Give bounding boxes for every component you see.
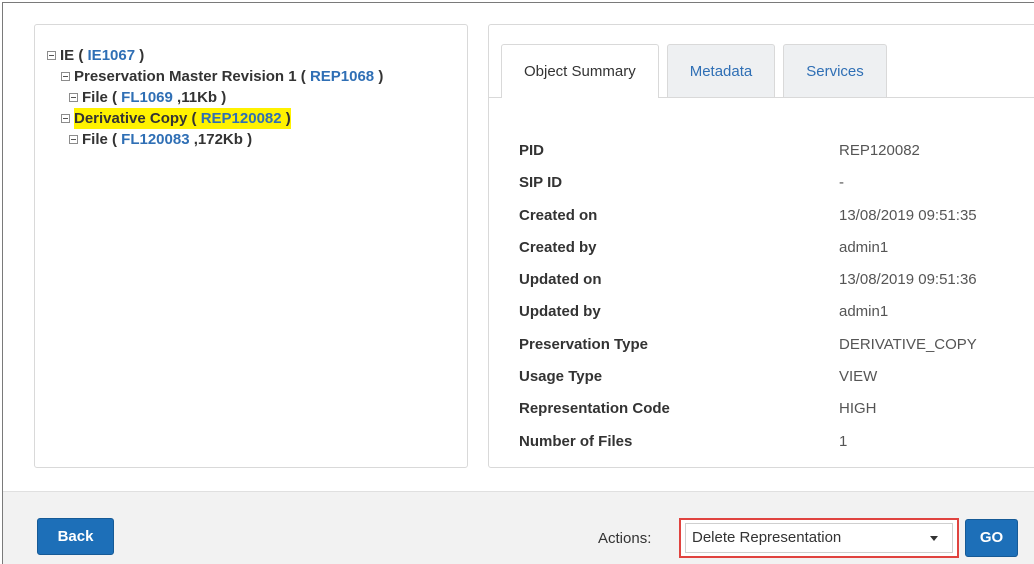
property-row: Updated by admin1 <box>519 296 977 328</box>
property-value: REP120082 <box>839 142 920 159</box>
property-value: HIGH <box>839 400 877 418</box>
property-row: SIP ID - <box>519 167 977 199</box>
property-row: Created by admin1 <box>519 232 977 264</box>
object-summary-properties: PID REP120082 SIP ID - Created on 13/08/201… <box>519 135 977 458</box>
rep-id-link[interactable]: REP1068 <box>310 68 374 85</box>
go-button[interactable]: GO <box>965 519 1018 557</box>
representation-tree: IE ( IE1067 ) Preservation Master Revisi… <box>47 45 383 150</box>
property-label: Number of Files <box>519 432 633 450</box>
file-id-link[interactable]: FL1069 <box>121 89 173 106</box>
property-value: 13/08/2019 09:51:36 <box>839 271 977 289</box>
actions-select-highlight: Delete Representation <box>679 518 959 558</box>
tree-collapse-icon[interactable] <box>61 72 70 81</box>
back-button[interactable]: Back <box>37 518 114 555</box>
tab-bar: Object Summary Metadata Services <box>501 44 895 98</box>
property-value: VIEW <box>839 368 878 386</box>
tree-node-label: File ( <box>82 131 122 148</box>
tab-object-summary[interactable]: Object Summary <box>501 44 659 98</box>
representation-tree-panel: IE ( IE1067 ) Preservation Master Revisi… <box>34 24 468 468</box>
property-row: Created on 13/08/2019 09:51:35 <box>519 200 977 232</box>
details-panel: Object Summary Metadata Services PID REP1… <box>488 24 1034 468</box>
tree-node-suffix: ,172Kb ) <box>189 131 253 148</box>
property-row: Representation Code HIGH <box>519 393 977 425</box>
property-label: Created on <box>519 206 598 224</box>
dropdown-caret-icon[interactable] <box>930 536 938 541</box>
tree-node-label: Preservation Master Revision 1 ( <box>74 68 310 85</box>
file-id-link[interactable]: FL120083 <box>121 131 189 148</box>
tree-node-file-2[interactable]: File ( FL120083 ,172Kb ) <box>47 129 383 150</box>
property-row: Usage Type VIEW <box>519 361 977 393</box>
tree-node-derivative-copy[interactable]: Derivative Copy ( REP120082 ) <box>47 108 383 129</box>
property-value: admin1 <box>839 303 889 321</box>
tree-collapse-icon[interactable] <box>61 114 70 123</box>
tree-node-preservation-master[interactable]: Preservation Master Revision 1 ( REP1068… <box>47 66 383 87</box>
property-label: Created by <box>519 238 597 256</box>
tree-node-ie[interactable]: IE ( IE1067 ) <box>47 45 383 66</box>
tree-node-suffix: ) <box>374 68 384 85</box>
property-row: Preservation Type DERIVATIVE_COPY <box>519 329 977 361</box>
actions-label: Actions: <box>598 530 652 547</box>
property-label: Representation Code <box>519 400 670 418</box>
property-label: Preservation Type <box>519 335 648 353</box>
property-value: 13/08/2019 09:51:35 <box>839 206 977 224</box>
tree-collapse-icon[interactable] <box>69 135 78 144</box>
tree-node-label: IE ( <box>60 47 88 64</box>
property-value: admin1 <box>839 238 889 256</box>
tree-collapse-icon[interactable] <box>47 51 56 60</box>
tab-metadata[interactable]: Metadata <box>666 44 776 97</box>
tree-node-file-1[interactable]: File ( FL1069 ,11Kb ) <box>47 87 383 108</box>
ie-id-link[interactable]: IE1067 <box>88 47 136 64</box>
rep-id-link[interactable]: REP120082 <box>201 110 282 127</box>
action-footer: Back Actions: Delete Representation GO <box>3 491 1034 564</box>
actions-selected-value: Delete Representation <box>692 529 842 546</box>
tree-node-suffix: ) <box>281 110 291 127</box>
tree-node-label: File ( <box>82 89 122 106</box>
property-value: - <box>839 174 844 192</box>
property-row: Updated on 13/08/2019 09:51:36 <box>519 264 977 296</box>
tree-node-suffix: ,11Kb ) <box>172 89 227 106</box>
property-value: 1 <box>839 432 848 450</box>
property-label: PID <box>519 142 545 159</box>
property-row: Number of Files 1 <box>519 426 977 458</box>
property-row: PID REP120082 <box>519 135 977 167</box>
tree-node-suffix: ) <box>135 47 145 64</box>
actions-select[interactable]: Delete Representation <box>685 523 953 553</box>
property-label: SIP ID <box>519 174 563 192</box>
tree-node-label: Derivative Copy ( <box>74 110 201 127</box>
tree-collapse-icon[interactable] <box>69 93 78 102</box>
property-value: DERIVATIVE_COPY <box>839 335 977 353</box>
property-label: Updated on <box>519 271 602 289</box>
property-label: Updated by <box>519 303 601 321</box>
property-label: Usage Type <box>519 368 603 386</box>
tab-services[interactable]: Services <box>783 44 887 97</box>
